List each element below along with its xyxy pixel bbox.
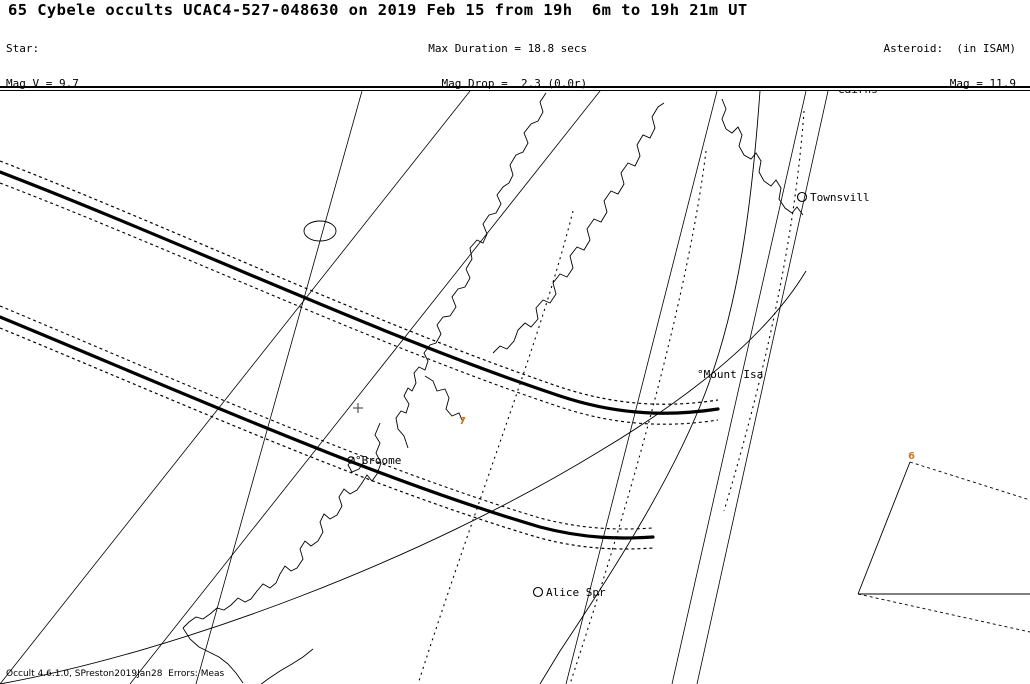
map-canvas[interactable]: Cairns Townsvill °Mount Isa °Broome Alic…: [0, 91, 1030, 684]
path-northern-limit: [0, 170, 720, 415]
coastline-carpentaria: [492, 102, 665, 354]
path-southern-limit: [0, 315, 655, 540]
inset-box-diagonal-lower: [857, 593, 1030, 633]
path-northern-limit-error-upper: [0, 160, 719, 405]
path-northern-limit-error-lower: [0, 182, 719, 425]
island-outline: [303, 220, 337, 242]
graticule-meridian-4: [696, 91, 829, 684]
inset-box-diagonal: [909, 461, 1030, 501]
city-marker-alice-springs: [532, 586, 544, 598]
inset-box-group: [857, 461, 1030, 633]
occultation-map[interactable]: Cairns Townsvill °Mount Isa °Broome Alic…: [0, 91, 1030, 684]
graticule-parallel-2: [129, 91, 601, 684]
graticule-meridian-3: [671, 91, 807, 684]
star-heading: Star:: [6, 42, 40, 56]
city-label-townsville: Townsvill: [810, 191, 870, 204]
occultation-prediction-page: 65 Cybele occults UCAC4-527-048630 on 20…: [0, 0, 1030, 684]
graticule-parallel-1: [0, 91, 471, 684]
coastline-kimberley: [182, 422, 382, 629]
uncertainty-line-right: [723, 110, 805, 512]
path-southern-limit-group: [0, 305, 655, 550]
central-line-group: [0, 91, 807, 684]
inset-box-left-edge: [857, 461, 911, 595]
city-label-cairns: Cairns: [838, 91, 878, 96]
header-divider-thick: [0, 86, 1030, 88]
graticule-meridian-1: [195, 91, 363, 684]
uncertainty-lines-group: [417, 110, 805, 684]
city-label-alice-springs: Alice Spr: [546, 586, 606, 599]
uncertainty-line-left: [417, 210, 574, 684]
city-marker-townsville: [796, 191, 808, 203]
time-marker-label-6: 6: [908, 451, 915, 462]
coastline-group: [182, 92, 804, 684]
page-title: 65 Cybele occults UCAC4-527-048630 on 20…: [8, 1, 748, 19]
city-label-mount-isa: °Mount Isa: [697, 368, 763, 381]
coastline-inlet-detail: [424, 375, 464, 423]
shadow-central-line: [0, 270, 807, 684]
max-duration: Max Duration = 18.8 secs: [428, 42, 588, 56]
reference-cross-marker: [353, 403, 363, 413]
path-northern-limit-group: [0, 160, 720, 425]
footer-credit: Occult 4.6.1.0, SPreston2019Jan28 Errors…: [6, 669, 225, 679]
time-marker-label-7: 7: [459, 416, 466, 427]
coastline-capeyork-west: [465, 92, 547, 270]
coastline-lower-left-b: [260, 648, 314, 684]
path-southern-limit-error-upper: [0, 305, 654, 530]
header-panel: 65 Cybele occults UCAC4-527-048630 on 20…: [0, 0, 1030, 228]
city-label-broome: °Broome: [355, 454, 401, 467]
asteroid-heading: Asteroid: (in ISAM): [883, 42, 1016, 56]
